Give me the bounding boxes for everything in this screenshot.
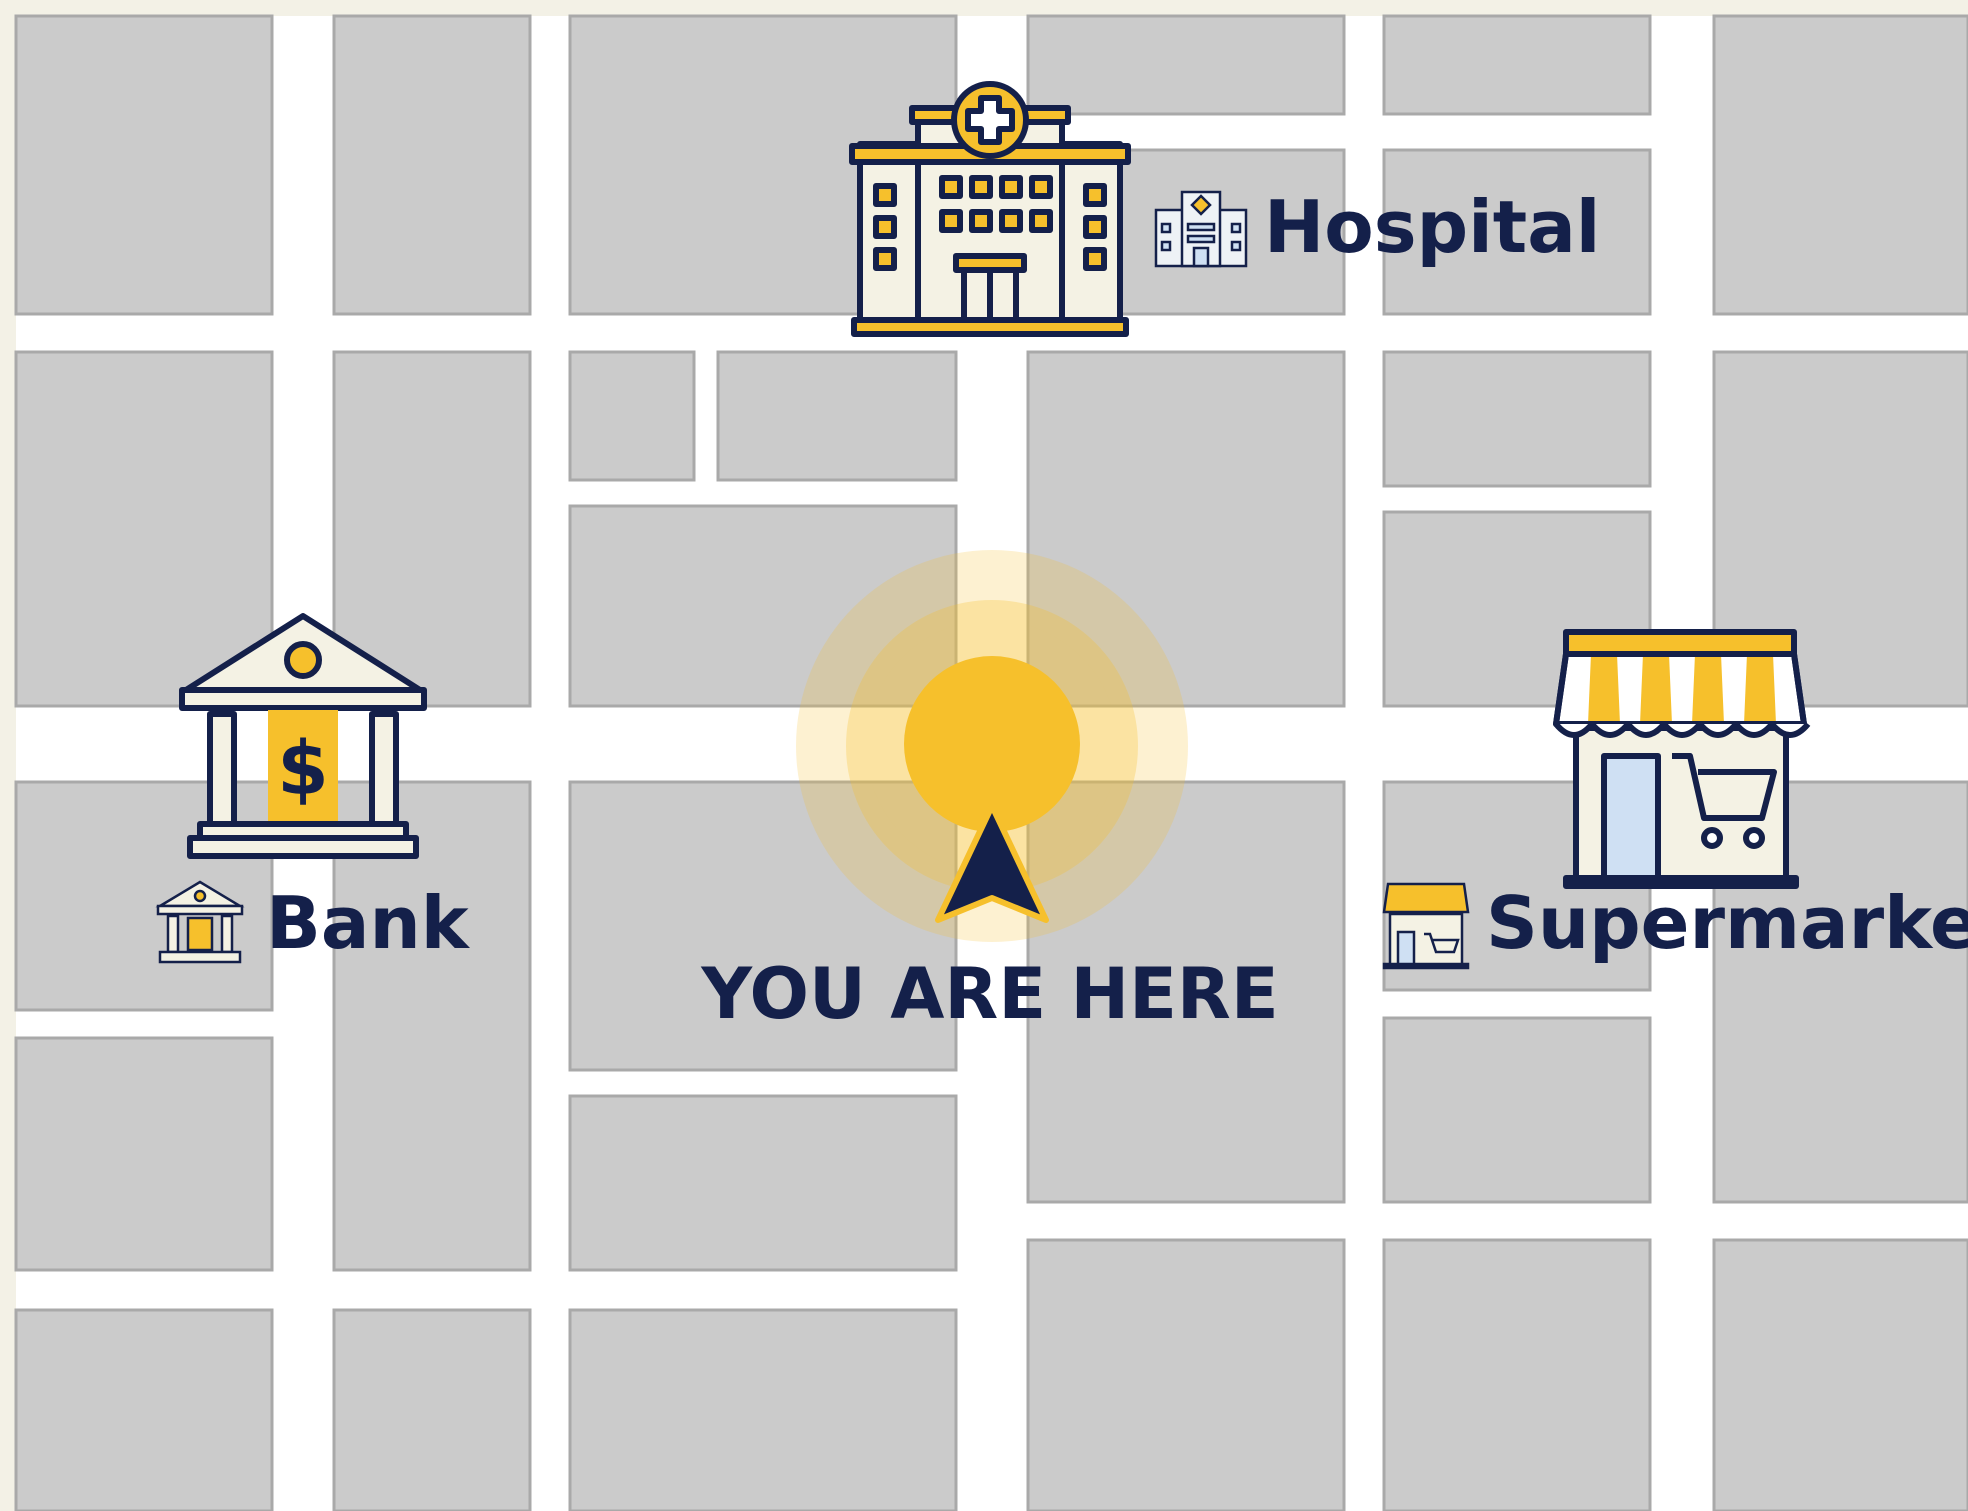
bank-label: Bank	[266, 881, 471, 965]
city-block	[332, 14, 532, 316]
city-block	[1026, 1238, 1346, 1511]
you-are-here-label: YOU ARE HERE	[700, 953, 1278, 1035]
city-block	[14, 1036, 274, 1272]
city-block	[716, 350, 958, 482]
svg-text:$: $	[277, 726, 329, 812]
city-block	[1026, 14, 1346, 116]
city-block	[1382, 14, 1652, 116]
city-map[interactable]: Hospital $ Bank Supermarket YOU ARE HERE	[0, 0, 1968, 1511]
city-block	[332, 1308, 532, 1511]
city-block	[1382, 1016, 1652, 1204]
supermarket-small-icon	[1382, 882, 1470, 970]
city-block	[1382, 1238, 1652, 1511]
city-block	[568, 350, 696, 482]
current-location-marker[interactable]	[796, 550, 1188, 942]
supermarket-marker[interactable]	[1553, 629, 1811, 889]
city-block	[14, 350, 274, 708]
city-block	[1712, 1238, 1968, 1511]
city-block	[14, 1308, 274, 1511]
city-block	[1382, 350, 1652, 488]
city-block	[568, 1308, 958, 1511]
city-block	[1712, 14, 1968, 316]
supermarket-icon	[1553, 629, 1811, 889]
supermarket-label: Supermarket	[1486, 881, 1968, 965]
city-block	[568, 1094, 958, 1272]
hospital-label: Hospital	[1264, 185, 1600, 269]
city-block	[14, 14, 274, 316]
